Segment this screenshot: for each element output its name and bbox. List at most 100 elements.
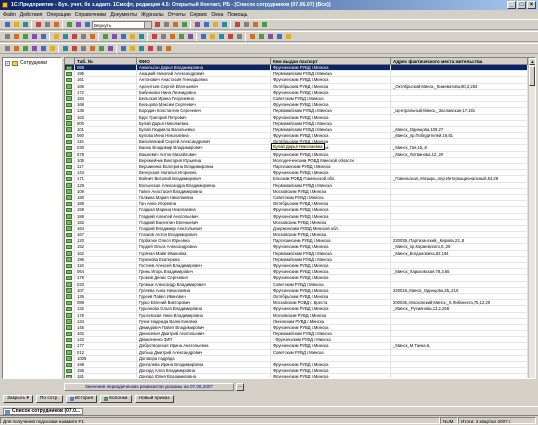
cell-passport-issuer[interactable]: Фрунзенским РУВД г.Минска — [271, 114, 391, 120]
cell-tab-no[interactable]: 076 — [75, 151, 137, 157]
cell-address[interactable] — [391, 194, 528, 201]
cell-name[interactable]: Вечерская Наталья Игоревна — [137, 170, 271, 176]
cell-name[interactable]: Демьяненко ЗИП — [137, 337, 271, 343]
cell-passport-issuer[interactable]: Первомайским РУВД г.Минска — [271, 120, 391, 126]
docs-tool-icon-14[interactable] — [137, 33, 145, 41]
cell-tab-no[interactable]: 136 — [75, 293, 137, 300]
cell-name[interactable]: Гостиев Алексей Владимирович — [137, 263, 271, 269]
standard2-tool-icon-8[interactable] — [233, 21, 241, 29]
cell-tab-no[interactable]: 167 — [75, 232, 137, 238]
standard2-tool-icon-2[interactable] — [171, 21, 179, 29]
cell-tab-no[interactable]: 118 — [75, 263, 137, 269]
cell-passport-issuer[interactable]: Фрунзенским РУВД г.Минска — [271, 269, 391, 275]
list-tool-icon-3[interactable] — [30, 45, 38, 53]
cell-name[interactable]: Арсентьев Сергей Евгеньевич — [137, 83, 271, 89]
standard2-tool-icon-7[interactable] — [220, 21, 228, 29]
tree-node-employees[interactable]: + Сотрудники — [3, 58, 61, 68]
cell-tab-no[interactable]: 1009 — [75, 355, 137, 361]
cell-name[interactable]: Горюнова Екатерина — [137, 256, 271, 262]
menu-item-3[interactable]: Справочники — [75, 12, 106, 18]
cell-address[interactable] — [391, 120, 528, 126]
cell-passport-issuer[interactable]: Советским РУВД г.Минска — [271, 281, 391, 287]
cell-address[interactable]: _Минск_Богдановича,82,194 — [391, 250, 528, 256]
cell-tab-no[interactable]: 163 — [75, 114, 137, 120]
cell-address[interactable] — [391, 65, 528, 71]
cell-passport-issuer[interactable]: Фрунзенским РУВД г.Минска — [271, 275, 391, 281]
cell-tab-no[interactable]: 012 — [75, 349, 137, 355]
cell-passport-issuer[interactable]: Фрунзенским РУВД г.Минска — [271, 170, 391, 176]
cell-address[interactable] — [391, 225, 528, 232]
cell-tab-no[interactable]: 155 — [75, 368, 137, 374]
by-employee-button[interactable]: По сотр. — [35, 395, 63, 403]
standard-tool-icon-7[interactable] — [74, 21, 82, 29]
standard-tool-icon-6[interactable] — [65, 21, 73, 29]
cell-passport-issuer[interactable]: Фрунзенским РУВД г.Минска — [271, 374, 391, 378]
cell-passport-issuer[interactable]: Фрунзенским РУВД г.Минска — [271, 287, 391, 293]
cell-name[interactable]: Гавел Анастасия Владимировна — [137, 188, 271, 194]
docs-tool-icon-18[interactable] — [177, 33, 185, 41]
cell-tab-no[interactable]: 166 — [75, 83, 137, 89]
cell-passport-issuer[interactable]: Первомайским РУВД г.Минска — [271, 256, 391, 262]
list-tool-icon-6[interactable] — [61, 45, 69, 53]
cell-tab-no[interactable]: 066 — [75, 65, 137, 71]
list-tool-icon-2[interactable] — [21, 45, 29, 53]
standard2-tool-icon-1[interactable] — [162, 21, 170, 29]
cell-tab-no[interactable]: 186 — [75, 213, 137, 219]
cell-tab-no[interactable]: 129 — [75, 182, 137, 188]
cell-tab-no[interactable]: 060 — [75, 133, 137, 139]
standard2-tool-icon-11[interactable] — [260, 21, 268, 29]
cell-address[interactable] — [391, 71, 528, 77]
cell-passport-issuer[interactable]: Московским РУВД г.Минска — [271, 232, 391, 238]
cell-passport-issuer[interactable]: Фрунзенским РУВД г.Минска — [271, 306, 391, 312]
cell-passport-issuer[interactable]: Фрунзенским РУВД г.Минска — [271, 77, 391, 83]
cell-name[interactable]: Донорд Алла Владимировна — [137, 368, 271, 374]
docs-tool-icon-23[interactable] — [226, 33, 234, 41]
cell-tab-no[interactable]: 196 — [75, 256, 137, 262]
cell-tab-no[interactable]: 142 — [75, 337, 137, 343]
cell-tab-no[interactable]: 164 — [75, 225, 137, 232]
cell-address[interactable] — [391, 374, 528, 378]
cell-address[interactable] — [391, 77, 528, 83]
cell-address[interactable] — [391, 337, 528, 343]
taskbar-item-employees[interactable]: Список сотрудников (07.0... — [3, 408, 83, 415]
cell-address[interactable] — [391, 188, 528, 194]
cell-tab-no[interactable]: 107 — [75, 287, 137, 293]
cell-tab-no[interactable]: 176 — [75, 312, 137, 318]
cell-address[interactable] — [391, 324, 528, 331]
cell-tab-no[interactable]: 180 — [75, 194, 137, 201]
cell-name[interactable]: Гуреев Павел Иванович — [137, 293, 271, 300]
cell-name[interactable]: Бородин Константин Сергеевич — [137, 108, 271, 114]
cell-address[interactable]: _Минск_пр.Победителей,19,81 — [391, 133, 528, 139]
cell-passport-issuer[interactable]: Молодечненским РОВД Минской области — [271, 157, 391, 163]
cell-tab-no[interactable]: 115 — [75, 139, 137, 145]
cell-name[interactable]: Гладкий Владимир Анатольевич — [137, 225, 271, 232]
cell-name[interactable]: Брус Григорий Петрович — [137, 114, 271, 120]
cell-passport-issuer[interactable]: Фрунзенским РУВД г.Минска — [271, 133, 391, 139]
docs-tool-icon-10[interactable] — [101, 33, 109, 41]
cell-tab-no[interactable]: 089 — [75, 300, 137, 306]
cell-passport-issuer[interactable]: Ельским РОВД Гомельской обл. — [271, 176, 391, 182]
menu-item-1[interactable]: Действия — [20, 12, 43, 18]
docs-tool-icon-20[interactable] — [199, 33, 207, 41]
table-row[interactable]: 181 Донорд Юлия Владимировна Фрунзенским Р… — [65, 374, 528, 378]
standard2-tool-icon-5[interactable] — [202, 21, 210, 29]
cell-name[interactable]: Гринь Игорь Владимирович — [137, 269, 271, 275]
list-tool-icon-16[interactable] — [155, 45, 163, 53]
cell-name[interactable]: Вершинина Екатерина Владимировна — [137, 164, 271, 170]
cell-name[interactable]: Донгалева Ирина Владимировна — [137, 362, 271, 368]
docs-tool-icon-25[interactable] — [248, 33, 256, 41]
cell-address[interactable] — [391, 349, 528, 355]
maximize-button[interactable]: □ — [517, 1, 526, 9]
docs-tool-icon-3[interactable] — [30, 33, 38, 41]
standard2-tool-icon-10[interactable] — [251, 21, 259, 29]
cell-address[interactable]: _Минск_пр.Коржевского,6,,28 — [391, 244, 528, 250]
history-button[interactable]: История — [65, 395, 98, 403]
docs-tool-icon-5[interactable] — [52, 33, 60, 41]
cell-passport-issuer[interactable]: Фрунзенским РУВД г.Минска — [271, 263, 391, 269]
docs-tool-icon-9[interactable] — [88, 33, 96, 41]
cell-tab-no[interactable]: 120 — [75, 238, 137, 244]
cell-name[interactable]: Гуляева Анна Николаевна — [137, 287, 271, 293]
cell-address[interactable]: _Минск_Гая,15,,8 — [391, 145, 528, 151]
cell-tab-no[interactable]: 152 — [75, 244, 137, 250]
cell-name[interactable]: Добротворская Ирина Анатольевна — [137, 343, 271, 349]
